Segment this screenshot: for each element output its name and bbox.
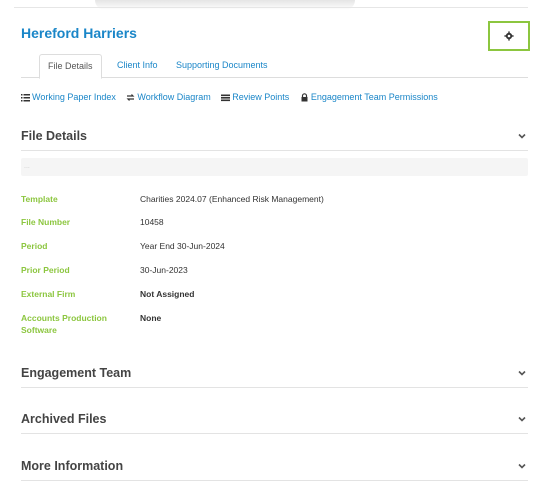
review-points-icon <box>221 94 231 101</box>
more-information-header[interactable]: More Information <box>21 459 528 481</box>
file-details-header[interactable]: File Details <box>21 129 528 151</box>
tab-client-info[interactable]: Client Info <box>109 54 166 78</box>
top-shadow <box>95 0 355 10</box>
detail-value: 10458 <box>140 217 164 227</box>
detail-label: Accounts Production Software <box>21 313 107 335</box>
chevron-down-icon <box>518 416 526 422</box>
workflow-diagram-label: Workflow Diagram <box>137 92 211 102</box>
chevron-down-icon <box>518 370 526 376</box>
page-title: Hereford Harriers <box>21 25 137 41</box>
detail-value: Year End 30-Jun-2024 <box>140 241 225 251</box>
chevron-down-icon <box>518 133 526 139</box>
workflow-diagram-link[interactable]: Workflow Diagram <box>126 92 211 102</box>
more-information-title: More Information <box>21 459 124 473</box>
tab-supporting-documents[interactable]: Supporting Documents <box>168 54 276 78</box>
review-points-link[interactable]: Review Points <box>221 92 289 102</box>
tab-file-details[interactable]: File Details <box>39 54 102 79</box>
top-divider <box>14 7 528 8</box>
review-points-label: Review Points <box>232 92 290 102</box>
tab-bar: File Details Client Info Supporting Docu… <box>21 54 528 79</box>
list-icon <box>21 93 30 101</box>
detail-label: External Firm <box>21 289 76 299</box>
engagement-team-header[interactable]: Engagement Team <box>21 366 528 388</box>
gear-icon <box>504 31 514 41</box>
archived-files-header[interactable]: Archived Files <box>21 412 528 434</box>
detail-value: 30-Jun-2023 <box>140 265 188 275</box>
file-details-title: File Details <box>21 129 87 143</box>
detail-value: None <box>140 313 162 323</box>
engagement-team-permissions-label: Engagement Team Permissions <box>310 92 438 102</box>
engagement-team-permissions-link[interactable]: Engagement Team Permissions <box>300 92 438 102</box>
settings-button[interactable] <box>488 21 530 51</box>
detail-label: Period <box>21 241 48 251</box>
detail-label: Template <box>21 194 58 204</box>
archived-files-title: Archived Files <box>21 412 107 426</box>
detail-value: Charities 2024.07 (Enhanced Risk Managem… <box>140 194 324 204</box>
chevron-down-icon <box>518 463 526 469</box>
detail-value: Not Assigned <box>140 289 195 299</box>
detail-label: Prior Period <box>21 265 70 275</box>
workflow-icon <box>126 93 135 101</box>
working-paper-index-link[interactable]: Working Paper Index <box>21 92 116 102</box>
detail-label: File Number <box>21 217 71 227</box>
working-paper-index-label: Working Paper Index <box>32 92 116 102</box>
link-bar: Working Paper Index Workflow Diagram Rev… <box>21 92 446 104</box>
engagement-team-title: Engagement Team <box>21 366 132 380</box>
notice-bar: ... <box>21 158 528 176</box>
lock-icon <box>301 92 308 101</box>
